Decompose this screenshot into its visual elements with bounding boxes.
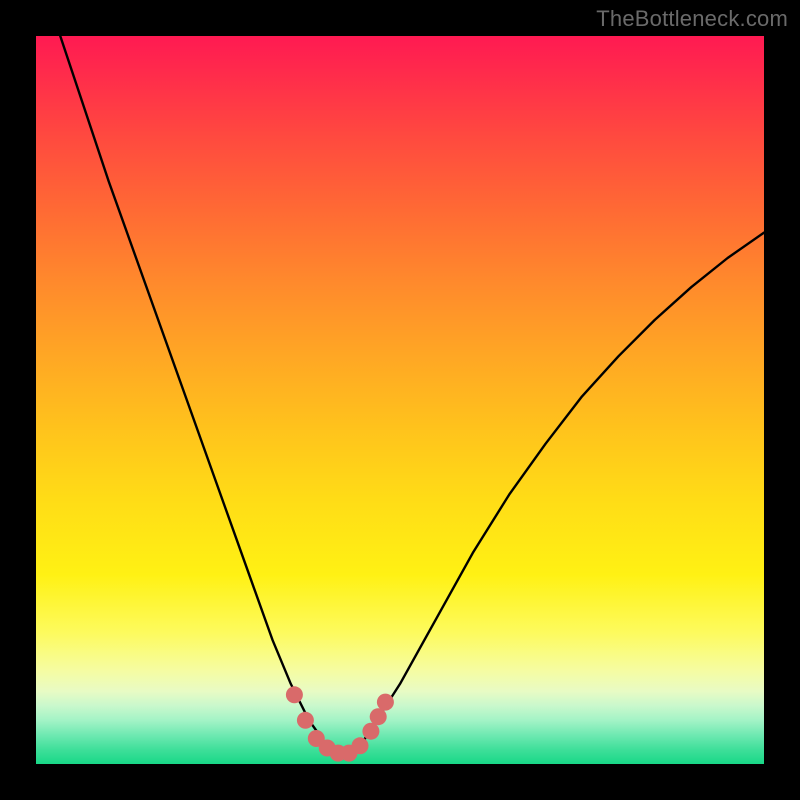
curve-marker [352, 737, 369, 754]
bottleneck-curve [36, 36, 764, 755]
curve-marker [377, 694, 394, 711]
watermark-text: TheBottleneck.com [596, 6, 788, 32]
curve-marker [286, 686, 303, 703]
chart-frame: TheBottleneck.com [0, 0, 800, 800]
plot-area [36, 36, 764, 764]
curve-marker [297, 712, 314, 729]
curve-layer [36, 36, 764, 764]
curve-marker [370, 708, 387, 725]
curve-marker [362, 723, 379, 740]
